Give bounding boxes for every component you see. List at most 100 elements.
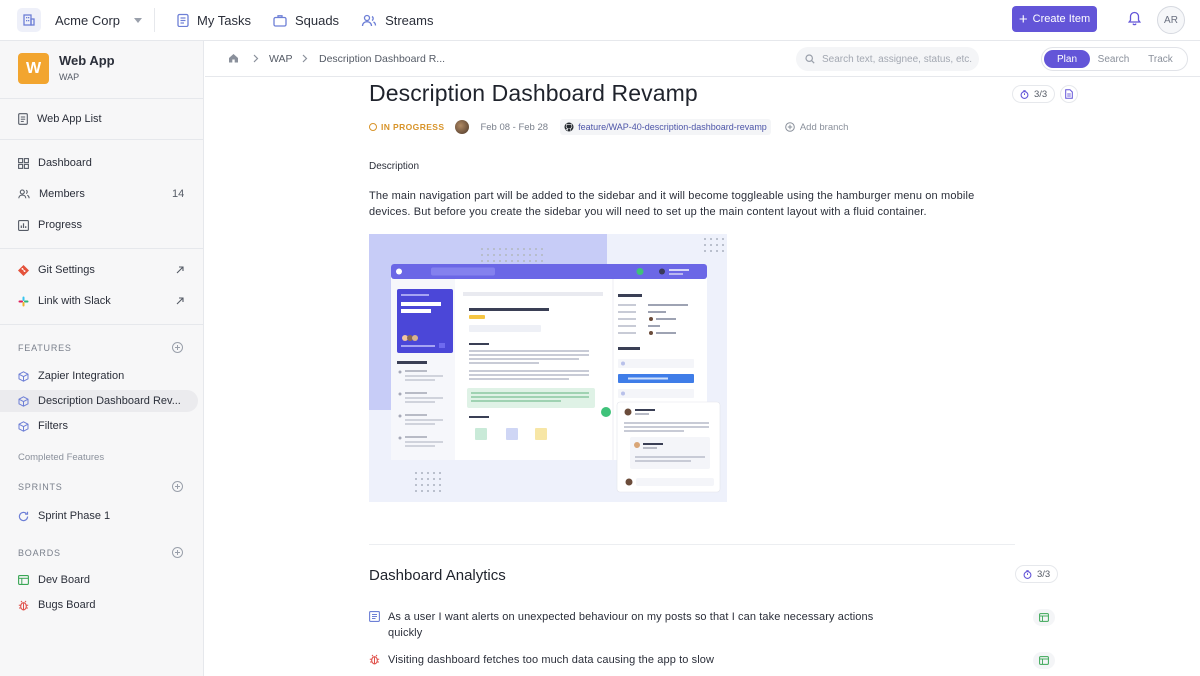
home-icon[interactable] <box>228 53 239 63</box>
main-content: Description Dashboard Revamp 3/3 IN PROG… <box>205 77 1200 676</box>
sidebar-item-progress[interactable]: Progress <box>18 215 82 235</box>
chevron-right-icon <box>253 54 259 63</box>
sidebar-item-label: Filters <box>38 420 68 432</box>
cube-icon <box>18 420 29 432</box>
status-dot-icon <box>369 123 377 131</box>
chevron-right-icon <box>302 54 308 63</box>
user-avatar[interactable]: AR <box>1157 6 1185 34</box>
board-badge[interactable] <box>1033 652 1055 669</box>
nav-squads[interactable]: Squads <box>273 13 339 28</box>
sidebar-item-label: Description Dashboard Rev... <box>38 395 181 407</box>
date-range[interactable]: Feb 08 - Feb 28 <box>480 122 548 133</box>
sidebar-item-members[interactable]: Members 14 <box>18 184 188 204</box>
sidebar-item-label: Dashboard <box>38 157 92 169</box>
external-link-icon <box>176 297 184 305</box>
status-badge[interactable]: IN PROGRESS <box>369 122 444 132</box>
description-text[interactable]: The main navigation part will be added t… <box>369 188 984 220</box>
sidebar-item-board[interactable]: Dev Board <box>18 570 90 590</box>
tab-search[interactable]: Search <box>1090 50 1137 68</box>
item-text: As a user I want alerts on unexpected be… <box>388 611 874 639</box>
page-title[interactable]: Description Dashboard Revamp <box>369 80 698 107</box>
git-branch-chip[interactable]: feature/WAP-40-description-dashboard-rev… <box>560 119 771 135</box>
dashboard-icon <box>18 157 29 169</box>
nav-label: Squads <box>294 12 340 28</box>
github-icon <box>564 122 574 132</box>
sidebar-item-label: Dev Board <box>38 574 90 586</box>
sidebar-item-board[interactable]: Bugs Board <box>18 595 95 615</box>
sprints-heading: SPRINTS <box>18 482 63 492</box>
add-board-icon[interactable] <box>172 547 183 558</box>
feature-meta: IN PROGRESS Feb 08 - Feb 28 feature/WAP-… <box>369 119 849 135</box>
create-item-button[interactable]: + Create Item <box>1012 6 1097 32</box>
sidebar-item-label: Sprint Phase 1 <box>38 510 111 522</box>
create-item-label: Create Item <box>1032 13 1091 25</box>
sidebar-item-sprint[interactable]: Sprint Phase 1 <box>18 506 110 526</box>
tab-plan[interactable]: Plan <box>1044 50 1090 68</box>
dashboard-preview-image[interactable] <box>369 234 727 502</box>
divider <box>0 98 203 99</box>
sidebar-item-feature-active[interactable]: Description Dashboard Rev... <box>0 390 198 412</box>
features-heading: FEATURES <box>18 343 72 353</box>
story-icon <box>369 611 380 622</box>
list-item[interactable]: As a user I want alerts on unexpected be… <box>369 609 898 641</box>
search-input[interactable] <box>822 53 972 65</box>
sidebar-item-feature[interactable]: Zapier Integration <box>18 366 124 386</box>
list-item[interactable]: Visiting dashboard fetches too much data… <box>369 652 898 668</box>
members-count: 14 <box>172 188 185 200</box>
org-switcher[interactable]: Acme Corp <box>17 8 143 32</box>
notifications-bell-icon[interactable] <box>1127 11 1142 29</box>
cube-icon <box>18 395 29 407</box>
timer-icon <box>1020 89 1029 99</box>
sprint-cycle-icon <box>18 511 29 521</box>
board-icon <box>1039 656 1049 665</box>
item-text: Visiting dashboard fetches too much data… <box>388 654 715 666</box>
add-branch-button[interactable]: Add branch <box>785 121 849 133</box>
sidebar-item-label: Zapier Integration <box>38 370 125 382</box>
divider <box>0 324 203 325</box>
branch-name: feature/WAP-40-description-dashboard-rev… <box>578 122 767 132</box>
board-icon <box>18 575 29 585</box>
completed-features-link[interactable]: Completed Features <box>18 452 104 463</box>
briefcase-icon <box>273 14 287 27</box>
nav-label: My Tasks <box>197 12 251 28</box>
board-badge[interactable] <box>1033 609 1055 626</box>
sidebar-item-web-app-list[interactable]: Web App List <box>18 109 102 129</box>
add-branch-label: Add branch <box>799 121 849 133</box>
add-sprint-icon[interactable] <box>172 481 183 492</box>
progress-badge: 3/3 <box>1012 85 1056 103</box>
sidebar: W Web App WAP Web App List Dashboard Mem… <box>0 41 204 676</box>
progress-value: 3/3 <box>1034 88 1048 100</box>
timer-icon <box>1023 569 1032 579</box>
members-icon <box>18 189 30 199</box>
progress-badge: 3/3 <box>1015 565 1059 583</box>
external-link-icon <box>176 266 184 274</box>
nav-label: Streams <box>385 12 434 28</box>
section-title[interactable]: Dashboard Analytics <box>369 567 506 584</box>
divider <box>0 139 203 140</box>
avatar-initials: AR <box>1164 14 1178 26</box>
document-icon <box>1065 89 1073 99</box>
sidebar-item-link-with-slack[interactable]: Link with Slack <box>18 291 188 311</box>
nav-streams[interactable]: Streams <box>361 13 433 28</box>
board-icon <box>1039 613 1049 622</box>
nav-my-tasks[interactable]: My Tasks <box>177 13 251 28</box>
document-button[interactable] <box>1060 85 1078 103</box>
description-label: Description <box>369 161 420 172</box>
sidebar-item-label: Git Settings <box>38 264 95 276</box>
sidebar-item-feature[interactable]: Filters <box>18 416 68 436</box>
breadcrumb-feature[interactable]: Description Dashboard R... <box>319 53 445 65</box>
tab-track[interactable]: Track <box>1137 50 1184 68</box>
sidebar-item-git-settings[interactable]: Git Settings <box>18 260 188 280</box>
add-feature-icon[interactable] <box>172 342 183 353</box>
search-box[interactable] <box>796 47 979 71</box>
breadcrumb-project[interactable]: WAP <box>269 53 293 65</box>
assignee-avatar[interactable] <box>455 120 470 134</box>
cube-icon <box>18 370 29 382</box>
project-header[interactable]: W Web App WAP <box>18 53 115 84</box>
users-stream-icon <box>361 14 377 26</box>
slack-icon <box>18 296 29 306</box>
sidebar-item-label: Bugs Board <box>38 599 96 611</box>
add-circle-icon <box>785 122 795 132</box>
sidebar-item-dashboard[interactable]: Dashboard <box>18 153 92 173</box>
sidebar-item-label: Web App List <box>37 113 102 125</box>
